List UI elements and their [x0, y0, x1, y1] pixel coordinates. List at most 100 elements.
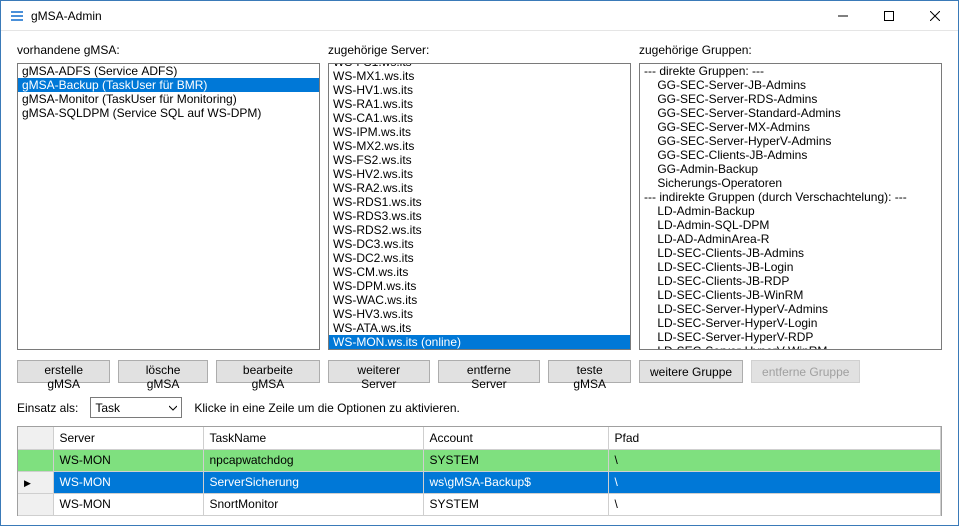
list-item[interactable]: WS-RA2.ws.its [329, 181, 630, 195]
cell-server[interactable]: WS-MON [53, 449, 203, 471]
groups-column: zugehörige Gruppen: --- direkte Gruppen:… [639, 43, 942, 383]
window-title: gMSA-Admin [31, 9, 820, 23]
titlebar: gMSA-Admin [1, 1, 958, 31]
tasks-grid[interactable]: Server TaskName Account Pfad WS-MONnpcap… [17, 426, 942, 516]
groups-label: zugehörige Gruppen: [639, 43, 942, 57]
list-item[interactable]: WS-RA1.ws.its [329, 97, 630, 111]
list-item[interactable]: GG-SEC-Server-MX-Admins [640, 120, 941, 134]
gmsa-listbox[interactable]: gMSA-ADFS (Service ADFS)gMSA-Backup (Tas… [17, 63, 320, 350]
list-item[interactable]: WS-WAC.ws.its [329, 293, 630, 307]
list-item[interactable]: LD-SEC-Server-HyperV-Login [640, 316, 941, 330]
cell-task[interactable]: ServerSicherung [203, 471, 423, 493]
table-row[interactable]: WS-MONSnortMonitorSYSTEM\ [18, 493, 941, 515]
groups-listbox[interactable]: --- direkte Gruppen: --- GG-SEC-Server-J… [639, 63, 942, 350]
list-item[interactable]: LD-SEC-Clients-JB-WinRM [640, 288, 941, 302]
list-item[interactable]: WS-RDS1.ws.its [329, 195, 630, 209]
cell-path[interactable]: \ [608, 471, 941, 493]
list-item[interactable]: WS-RDS2.ws.its [329, 223, 630, 237]
row-header[interactable] [18, 471, 53, 493]
usage-combo-value: Task [95, 401, 120, 415]
edit-gmsa-button[interactable]: bearbeite gMSA [216, 360, 320, 383]
list-item[interactable]: WS-MON.ws.its (online) [329, 335, 630, 349]
list-item[interactable]: LD-SEC-Clients-JB-RDP [640, 274, 941, 288]
list-item[interactable]: LD-SEC-Clients-JB-Login [640, 260, 941, 274]
list-item[interactable]: WS-DPM.ws.its [329, 279, 630, 293]
list-item[interactable]: WS-MX2.ws.its [329, 139, 630, 153]
servers-listbox[interactable]: WS-DC1.ws.itsWS-FS1.ws.itsWS-MX1.ws.itsW… [328, 63, 631, 350]
row-header[interactable] [18, 493, 53, 515]
col-path[interactable]: Pfad [608, 427, 941, 449]
remove-group-button: entferne Gruppe [751, 360, 860, 383]
add-group-button[interactable]: weitere Gruppe [639, 360, 743, 383]
list-item[interactable]: WS-CA1.ws.its [329, 111, 630, 125]
list-item[interactable]: gMSA-Backup (TaskUser für BMR) [18, 78, 319, 92]
test-gmsa-button[interactable]: teste gMSA [548, 360, 631, 383]
create-gmsa-button[interactable]: erstelle gMSA [17, 360, 110, 383]
list-item[interactable]: GG-SEC-Server-RDS-Admins [640, 92, 941, 106]
col-account[interactable]: Account [423, 427, 608, 449]
cell-account[interactable]: SYSTEM [423, 449, 608, 471]
list-item[interactable]: WS-CM.ws.its [329, 265, 630, 279]
app-icon [9, 8, 25, 24]
cell-account[interactable]: ws\gMSA-Backup$ [423, 471, 608, 493]
list-item[interactable]: GG-SEC-Clients-JB-Admins [640, 148, 941, 162]
add-server-button[interactable]: weiterer Server [328, 360, 430, 383]
list-item[interactable]: LD-SEC-Server-HyperV-RDP [640, 330, 941, 344]
usage-combo[interactable]: Task [90, 397, 182, 418]
col-server[interactable]: Server [53, 427, 203, 449]
cell-server[interactable]: WS-MON [53, 493, 203, 515]
list-item[interactable]: WS-MX1.ws.its [329, 69, 630, 83]
close-button[interactable] [912, 1, 958, 30]
list-item[interactable]: LD-AD-AdminArea-R [640, 232, 941, 246]
list-item[interactable]: WS-HV2.ws.its [329, 167, 630, 181]
servers-column: zugehörige Server: WS-DC1.ws.itsWS-FS1.w… [328, 43, 631, 383]
list-item[interactable]: WS-FS2.ws.its [329, 153, 630, 167]
window-buttons [820, 1, 958, 30]
row-header[interactable] [18, 449, 53, 471]
list-item[interactable]: --- direkte Gruppen: --- [640, 64, 941, 78]
list-item[interactable]: Sicherungs-Operatoren [640, 176, 941, 190]
list-item[interactable]: LD-SEC-Clients-JB-Admins [640, 246, 941, 260]
grid-corner [18, 427, 53, 449]
list-item[interactable]: LD-Admin-Backup [640, 204, 941, 218]
usage-hint: Klicke in eine Zeile um die Optionen zu … [194, 401, 459, 415]
usage-label: Einsatz als: [17, 401, 78, 415]
list-item[interactable]: WS-RDS3.ws.its [329, 209, 630, 223]
list-item[interactable]: WS-IPM.ws.its [329, 125, 630, 139]
list-item[interactable]: GG-SEC-Server-Standard-Admins [640, 106, 941, 120]
cell-task[interactable]: SnortMonitor [203, 493, 423, 515]
cell-task[interactable]: npcapwatchdog [203, 449, 423, 471]
table-row[interactable]: WS-MONnpcapwatchdogSYSTEM\ [18, 449, 941, 471]
list-item[interactable]: WS-HV1.ws.its [329, 83, 630, 97]
delete-gmsa-button[interactable]: lösche gMSA [118, 360, 208, 383]
minimize-button[interactable] [820, 1, 866, 30]
cell-path[interactable]: \ [608, 449, 941, 471]
list-item[interactable]: WS-DC3.ws.its [329, 237, 630, 251]
list-item[interactable]: GG-Admin-Backup [640, 162, 941, 176]
maximize-button[interactable] [866, 1, 912, 30]
list-item[interactable]: gMSA-ADFS (Service ADFS) [18, 64, 319, 78]
list-item[interactable]: gMSA-Monitor (TaskUser für Monitoring) [18, 92, 319, 106]
gmsa-label: vorhandene gMSA: [17, 43, 320, 57]
list-item[interactable]: LD-Admin-SQL-DPM [640, 218, 941, 232]
remove-server-button[interactable]: entferne Server [438, 360, 541, 383]
list-item[interactable]: gMSA-SQLDPM (Service SQL auf WS-DPM) [18, 106, 319, 120]
table-row[interactable]: WS-MONServerSicherungws\gMSA-Backup$\ [18, 471, 941, 493]
col-taskname[interactable]: TaskName [203, 427, 423, 449]
gmsa-column: vorhandene gMSA: gMSA-ADFS (Service ADFS… [17, 43, 320, 383]
list-item[interactable]: WS-DC2.ws.its [329, 251, 630, 265]
cell-path[interactable]: \ [608, 493, 941, 515]
chevron-down-icon [169, 401, 177, 415]
list-item[interactable]: WS-ATA.ws.its [329, 321, 630, 335]
list-item[interactable]: LD-SEC-Server-HyperV-WinRM [640, 344, 941, 350]
cell-server[interactable]: WS-MON [53, 471, 203, 493]
list-item[interactable]: LD-SEC-Server-HyperV-Admins [640, 302, 941, 316]
list-item[interactable]: GG-SEC-Server-HyperV-Admins [640, 134, 941, 148]
grid-header-row: Server TaskName Account Pfad [18, 427, 941, 449]
list-item[interactable]: GG-SEC-Server-JB-Admins [640, 78, 941, 92]
servers-label: zugehörige Server: [328, 43, 631, 57]
list-item[interactable]: --- indirekte Gruppen (durch Verschachte… [640, 190, 941, 204]
cell-account[interactable]: SYSTEM [423, 493, 608, 515]
list-item[interactable]: WS-HV3.ws.its [329, 307, 630, 321]
usage-row: Einsatz als: Task Klicke in eine Zeile u… [17, 397, 942, 418]
